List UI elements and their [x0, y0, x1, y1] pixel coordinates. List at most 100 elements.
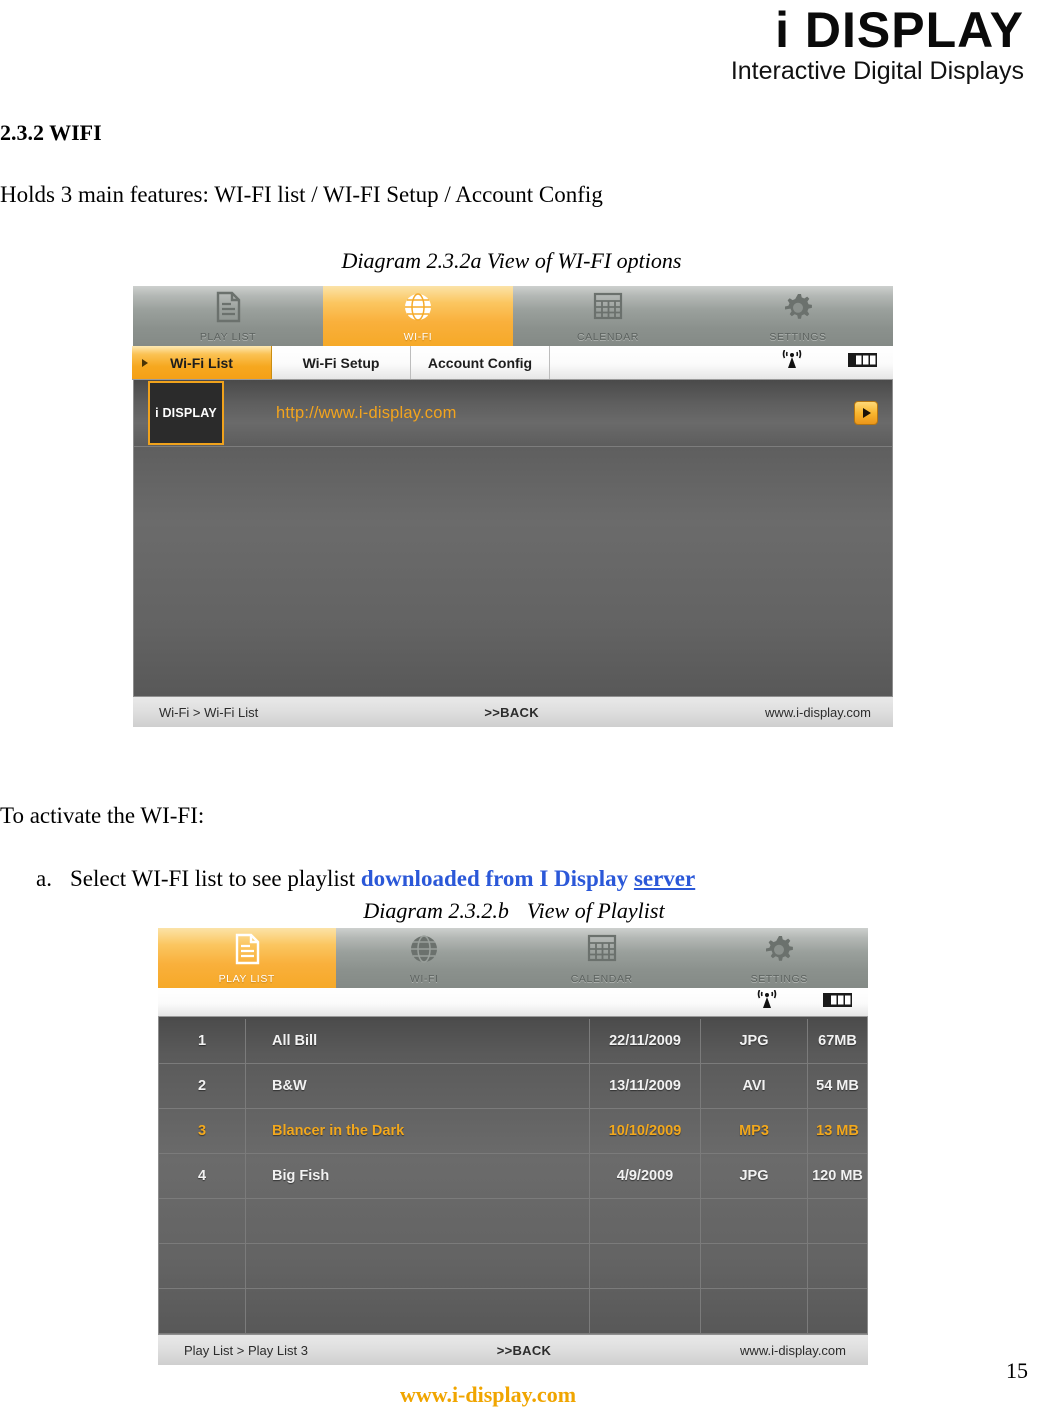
cell-date: 13/11/2009: [589, 1063, 701, 1109]
back-button[interactable]: >>BACK: [308, 1343, 740, 1358]
figure-caption-b-number: Diagram 2.3.2.b: [363, 898, 509, 923]
sub-tab-wifi-list[interactable]: Wi-Fi List: [132, 346, 272, 379]
nav-tab-label: CALENDAR: [570, 973, 633, 985]
playlist-content-panel: 1 All Bill 22/11/2009 JPG 67MB 2 B&W 13/…: [158, 1017, 868, 1334]
play-icon[interactable]: [854, 401, 878, 425]
thumbnail-label: i DISPLAY: [155, 406, 217, 420]
playlist-table: 1 All Bill 22/11/2009 JPG 67MB 2 B&W 13/…: [159, 1019, 867, 1334]
activate-paragraph: To activate the WI-FI:: [0, 803, 205, 828]
table-row-selected[interactable]: 3 Blancer in the Dark 10/10/2009 MP3 13 …: [159, 1108, 867, 1154]
thumbnail: i DISPLAY: [148, 381, 224, 445]
playlist-main-nav: PLAY LIST WI-FI CALENDAR SETTINGS: [158, 928, 868, 988]
selected-arrow-icon: [142, 358, 148, 367]
nav-tab-calendar[interactable]: CALENDAR: [513, 928, 691, 988]
logo-tagline: Interactive Digital Displays: [730, 57, 1024, 85]
inline-link-server[interactable]: server: [634, 866, 695, 891]
screenshot-playlist: PLAY LIST WI-FI CALENDAR SETTINGS 1 All …: [158, 928, 868, 1365]
site-url: www.i-display.com: [765, 704, 871, 720]
nav-tab-label: SETTINGS: [769, 331, 827, 343]
cell-size: 13 MB: [807, 1108, 867, 1154]
playlist-table-body: 1 All Bill 22/11/2009 JPG 67MB 2 B&W 13/…: [159, 1019, 867, 1334]
page-number: 15: [1006, 1358, 1028, 1383]
back-button[interactable]: >>BACK: [258, 705, 765, 720]
figure-caption-b-title: View of Playlist: [526, 898, 665, 923]
nav-tab-label: PLAY LIST: [199, 331, 257, 343]
cell-title: All Bill: [245, 1019, 590, 1064]
figure-caption-b: Diagram 2.3.2.b View of Playlist: [0, 898, 1028, 924]
figure-caption-a: Diagram 2.3.2a View of WI-FI options: [341, 248, 682, 273]
playlist-status-bar: Play List > Play List 3 >>BACK www.i-dis…: [158, 1334, 868, 1365]
status-icon-tray: [550, 346, 893, 379]
cell-title: B&W: [245, 1063, 590, 1109]
table-row[interactable]: 1 All Bill 22/11/2009 JPG 67MB: [159, 1019, 867, 1064]
cell-index: 4: [159, 1153, 246, 1199]
cell-size: 54 MB: [807, 1063, 867, 1109]
battery-icon: [847, 351, 879, 374]
site-url: www.i-display.com: [740, 1342, 846, 1358]
sub-tab-account-config[interactable]: Account Config: [411, 346, 550, 379]
nav-tab-label: CALENDAR: [577, 331, 639, 343]
signal-icon: [756, 989, 778, 1015]
document-page: i DISPLAY Interactive Digital Displays 2…: [0, 0, 1046, 1412]
nav-tab-label: WI-FI: [409, 973, 439, 985]
breadcrumb: Wi-Fi > Wi-Fi List: [159, 704, 259, 720]
gear-icon: [782, 291, 814, 328]
sub-tab-label: Wi-Fi List: [170, 354, 233, 371]
logo-title: i DISPLAY: [775, 2, 1024, 58]
signal-icon: [781, 349, 803, 375]
table-row-empty[interactable]: [159, 1243, 867, 1289]
cell-date: 22/11/2009: [589, 1019, 701, 1064]
brand-logo: i DISPLAY Interactive Digital Displays: [731, 4, 1024, 86]
sub-tab-label: Account Config: [427, 354, 533, 371]
cell-title: Big Fish: [245, 1153, 590, 1199]
nav-tab-play-list[interactable]: PLAY LIST: [158, 928, 336, 988]
footer-site-url: www.i-display.com: [400, 1382, 577, 1407]
cell-type: MP3: [700, 1108, 808, 1154]
table-row-empty[interactable]: [159, 1198, 867, 1244]
table-row-empty[interactable]: [159, 1288, 867, 1334]
breadcrumb: Play List > Play List 3: [184, 1342, 308, 1358]
gear-icon: [763, 933, 795, 970]
nav-tab-calendar[interactable]: CALENDAR: [513, 286, 703, 346]
wifi-content-panel: i DISPLAY http://www.i-display.com: [133, 380, 893, 696]
cell-date: 4/9/2009: [589, 1153, 701, 1199]
nav-tab-label: WI-FI: [403, 331, 433, 343]
nav-tab-settings[interactable]: SETTINGS: [703, 286, 893, 346]
cell-type: JPG: [700, 1019, 808, 1064]
calendar-icon: [586, 933, 618, 968]
cell-size: 120 MB: [807, 1153, 867, 1199]
sub-tab-label: Wi-Fi Setup: [302, 354, 380, 371]
cell-title: Blancer in the Dark: [245, 1108, 590, 1154]
nav-tab-settings[interactable]: SETTINGS: [691, 928, 869, 988]
document-icon: [232, 933, 262, 970]
playlist-sub-tabs: [158, 988, 868, 1017]
inline-link-primary[interactable]: downloaded from I Display: [361, 866, 628, 891]
nav-tab-wifi[interactable]: WI-FI: [336, 928, 514, 988]
table-row[interactable]: 4 Big Fish 4/9/2009 JPG 120 MB: [159, 1153, 867, 1199]
nav-tab-wifi[interactable]: WI-FI: [323, 286, 513, 346]
cell-index: 3: [159, 1108, 246, 1154]
section-heading: 2.3.2 WIFI: [0, 120, 102, 145]
list-item-a: a. Select WI-FI list to see playlist down…: [36, 866, 996, 892]
wifi-list-item[interactable]: i DISPLAY http://www.i-display.com: [134, 380, 892, 447]
cell-index: 2: [159, 1063, 246, 1109]
cell-type: JPG: [700, 1153, 808, 1199]
screenshot-wifi-options: PLAY LIST WI-FI CALENDAR SETTINGS Wi-Fi …: [132, 286, 893, 727]
nav-tab-label: PLAY LIST: [218, 973, 275, 985]
wifi-sub-tabs: Wi-Fi List Wi-Fi Setup Account Config: [132, 346, 893, 380]
cell-size: 67MB: [807, 1019, 867, 1064]
globe-icon: [408, 933, 440, 970]
globe-icon: [402, 291, 434, 328]
sub-tab-wifi-setup[interactable]: Wi-Fi Setup: [272, 346, 411, 379]
list-marker: a.: [36, 866, 52, 891]
wifi-status-bar: Wi-Fi > Wi-Fi List >>BACK www.i-display.…: [133, 696, 893, 727]
document-icon: [213, 291, 243, 328]
cell-type: AVI: [700, 1063, 808, 1109]
list-item-text: Select WI-FI list to see playlist: [70, 866, 361, 891]
intro-paragraph: Holds 3 main features: WI-FI list / WI-F…: [0, 182, 603, 207]
battery-icon: [822, 991, 854, 1014]
wifi-item-url: http://www.i-display.com: [276, 403, 457, 422]
cell-date: 10/10/2009: [589, 1108, 701, 1154]
nav-tab-play-list[interactable]: PLAY LIST: [133, 286, 323, 346]
table-row[interactable]: 2 B&W 13/11/2009 AVI 54 MB: [159, 1063, 867, 1109]
